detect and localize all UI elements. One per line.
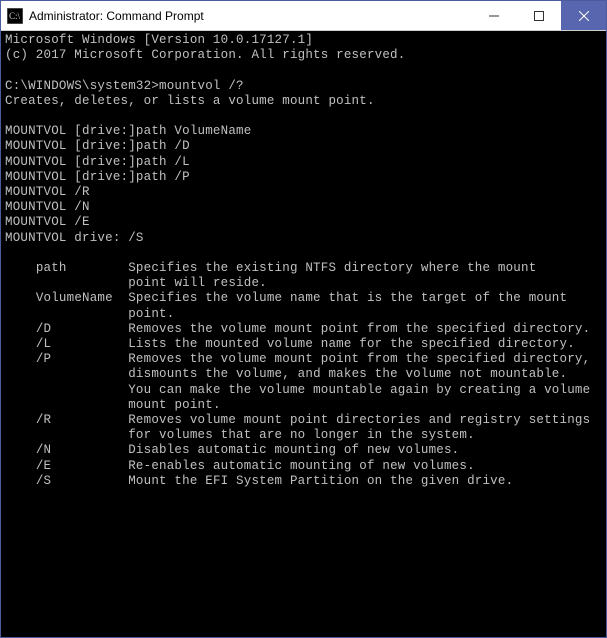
- terminal-line: for volumes that are no longer in the sy…: [5, 428, 602, 443]
- minimize-button[interactable]: [471, 1, 516, 30]
- terminal-line: path Specifies the existing NTFS directo…: [5, 261, 602, 276]
- close-button[interactable]: [561, 1, 606, 30]
- terminal-line: /E Re-enables automatic mounting of new …: [5, 459, 602, 474]
- terminal-line: Microsoft Windows [Version 10.0.17127.1]: [5, 33, 602, 48]
- command-prompt-window: C:\ Administrator: Command Prompt: [0, 0, 607, 638]
- terminal-line: [5, 109, 602, 124]
- terminal-line: MOUNTVOL drive: /S: [5, 231, 602, 246]
- svg-text:C:\: C:\: [9, 11, 21, 21]
- terminal-line: [5, 246, 602, 261]
- terminal-line: Creates, deletes, or lists a volume moun…: [5, 94, 602, 109]
- terminal-line: /S Mount the EFI System Partition on the…: [5, 474, 602, 489]
- terminal-line: MOUNTVOL [drive:]path /D: [5, 139, 602, 154]
- terminal-line: /L Lists the mounted volume name for the…: [5, 337, 602, 352]
- terminal-line: /P Removes the volume mount point from t…: [5, 352, 602, 367]
- terminal-line: dismounts the volume, and makes the volu…: [5, 367, 602, 382]
- terminal-line: MOUNTVOL [drive:]path VolumeName: [5, 124, 602, 139]
- terminal-line: (c) 2017 Microsoft Corporation. All righ…: [5, 48, 602, 63]
- terminal-line: point.: [5, 307, 602, 322]
- cmd-icon: C:\: [7, 8, 23, 24]
- maximize-button[interactable]: [516, 1, 561, 30]
- maximize-icon: [534, 11, 544, 21]
- terminal-line: /D Removes the volume mount point from t…: [5, 322, 602, 337]
- terminal-line: You can make the volume mountable again …: [5, 383, 602, 398]
- close-icon: [579, 11, 589, 21]
- terminal-line: mount point.: [5, 398, 602, 413]
- terminal-line: MOUNTVOL /R: [5, 185, 602, 200]
- terminal-line: [5, 63, 602, 78]
- titlebar[interactable]: C:\ Administrator: Command Prompt: [1, 1, 606, 31]
- terminal-line: /R Removes volume mount point directorie…: [5, 413, 602, 428]
- terminal-line: VolumeName Specifies the volume name tha…: [5, 291, 602, 306]
- titlebar-buttons: [471, 1, 606, 30]
- window-title: Administrator: Command Prompt: [29, 9, 471, 23]
- minimize-icon: [489, 11, 499, 21]
- terminal-line: /N Disables automatic mounting of new vo…: [5, 443, 602, 458]
- terminal-line: MOUNTVOL /E: [5, 215, 602, 230]
- terminal-line: MOUNTVOL [drive:]path /P: [5, 170, 602, 185]
- terminal-output[interactable]: Microsoft Windows [Version 10.0.17127.1]…: [1, 31, 606, 637]
- terminal-line: MOUNTVOL [drive:]path /L: [5, 155, 602, 170]
- terminal-line: MOUNTVOL /N: [5, 200, 602, 215]
- terminal-line: point will reside.: [5, 276, 602, 291]
- terminal-line: C:\WINDOWS\system32>mountvol /?: [5, 79, 602, 94]
